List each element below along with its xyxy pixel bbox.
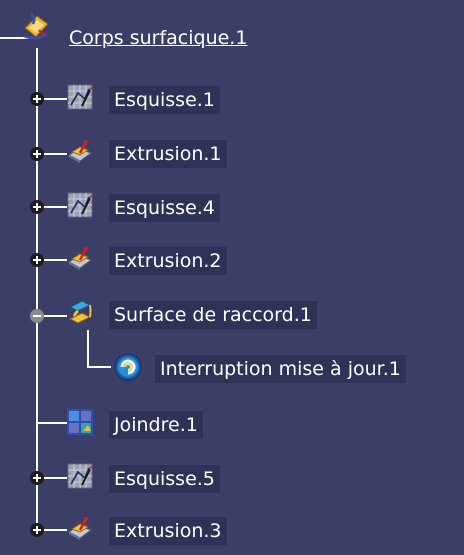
tree-item-interruption-mise-a-jour-1[interactable]: Interruption mise à jour.1 xyxy=(155,355,406,383)
body-surfacique-icon[interactable] xyxy=(21,10,51,42)
specification-tree: Corps surfacique.1 Esquisse.1 Extrusion.… xyxy=(0,0,464,555)
extrusion-icon[interactable] xyxy=(67,515,93,541)
collapse-toggle[interactable] xyxy=(30,309,44,323)
tree-item-extrusion-1[interactable]: Extrusion.1 xyxy=(109,140,227,168)
blend-surface-icon[interactable] xyxy=(67,299,93,325)
join-icon[interactable] xyxy=(67,409,93,435)
sketch-icon[interactable] xyxy=(67,463,93,489)
tree-item-esquisse-5[interactable]: Esquisse.5 xyxy=(109,465,220,493)
tree-item-extrusion-3[interactable]: Extrusion.3 xyxy=(109,517,227,545)
expand-toggle[interactable] xyxy=(30,523,44,537)
tree-trunk-line xyxy=(36,48,38,530)
branch-line xyxy=(37,422,67,424)
update-interruption-icon[interactable] xyxy=(113,352,143,382)
tree-item-surface-de-raccord-1[interactable]: Surface de raccord.1 xyxy=(109,301,317,329)
child-branch-line xyxy=(87,366,111,368)
expand-toggle[interactable] xyxy=(30,200,44,214)
sketch-icon[interactable] xyxy=(67,84,93,110)
child-vertical-line xyxy=(87,330,89,367)
expand-toggle[interactable] xyxy=(30,471,44,485)
tree-item-esquisse-1[interactable]: Esquisse.1 xyxy=(109,86,220,114)
tree-item-joindre-1[interactable]: Joindre.1 xyxy=(109,411,203,439)
extrusion-icon[interactable] xyxy=(67,245,93,271)
sketch-icon[interactable] xyxy=(67,192,93,218)
expand-toggle[interactable] xyxy=(30,147,44,161)
tree-item-extrusion-2[interactable]: Extrusion.2 xyxy=(109,247,227,275)
expand-toggle[interactable] xyxy=(30,92,44,106)
tree-item-esquisse-4[interactable]: Esquisse.4 xyxy=(109,194,220,222)
expand-toggle[interactable] xyxy=(30,253,44,267)
tree-root-label[interactable]: Corps surfacique.1 xyxy=(64,24,252,52)
extrusion-icon[interactable] xyxy=(67,138,93,164)
